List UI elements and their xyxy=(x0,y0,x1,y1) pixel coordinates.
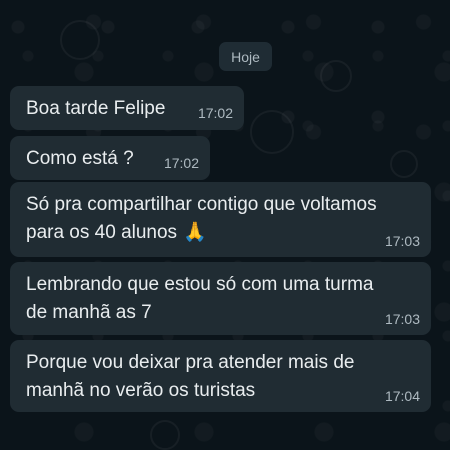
message-text-container: Só pra compartilhar contigo que voltamos… xyxy=(26,191,419,247)
incoming-message[interactable]: Como está ? 17:02 xyxy=(10,136,210,180)
message-time: 17:03 xyxy=(384,233,420,249)
date-chip: Hoje xyxy=(219,42,272,71)
incoming-message[interactable]: Boa tarde Felipe 17:02 xyxy=(10,86,244,130)
date-chip-label: Hoje xyxy=(231,48,260,65)
message-time: 17:03 xyxy=(384,311,420,327)
message-time: 17:02 xyxy=(163,155,199,171)
incoming-message[interactable]: Lembrando que estou só com uma turma de … xyxy=(10,262,431,335)
message-time: 17:04 xyxy=(384,388,420,404)
incoming-message[interactable]: Só pra compartilhar contigo que voltamos… xyxy=(10,182,431,257)
message-text: Porque vou deixar pra atender mais de ma… xyxy=(26,352,355,401)
chat-message-list[interactable]: Hoje Boa tarde Felipe 17:02 Como está ? … xyxy=(0,0,450,442)
message-text: Lembrando que estou só com uma turma de … xyxy=(26,274,374,323)
message-time: 17:02 xyxy=(197,105,233,121)
praying-hands-emoji-icon: 🙏 xyxy=(183,222,207,243)
incoming-message[interactable]: Porque vou deixar pra atender mais de ma… xyxy=(10,340,431,412)
